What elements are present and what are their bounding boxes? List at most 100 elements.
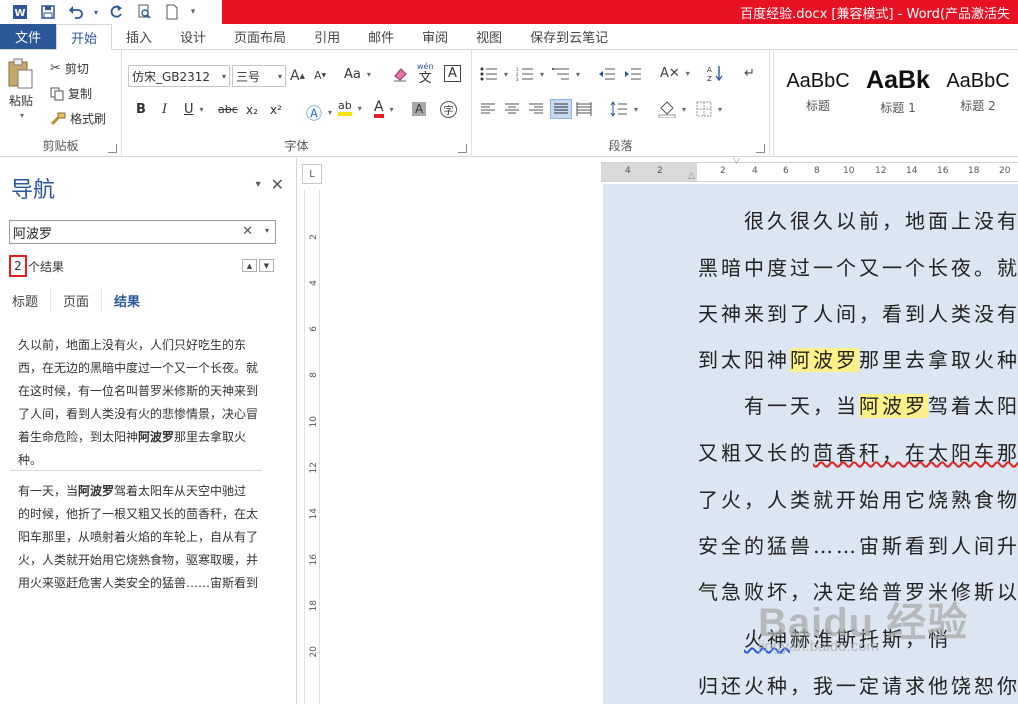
character-shading-button[interactable]: A: [412, 102, 427, 116]
superscript-button[interactable]: x²: [270, 103, 282, 117]
numbering-dropdown-icon[interactable]: ▾: [540, 70, 544, 79]
tab-page-layout[interactable]: 页面布局: [220, 24, 300, 49]
clipboard-dialog-launcher[interactable]: [108, 144, 117, 153]
format-painter-button[interactable]: 格式刷: [50, 110, 106, 127]
underline-button[interactable]: U ▾: [184, 102, 204, 117]
grow-font-button[interactable]: A ▲: [290, 68, 305, 84]
new-document-icon[interactable]: [158, 0, 186, 24]
nav-tab-results[interactable]: 结果: [102, 288, 152, 312]
style-heading-1[interactable]: AaBk 标题 1: [858, 62, 938, 128]
undo-dropdown-icon[interactable]: ▾: [90, 0, 102, 24]
nav-search-input[interactable]: 阿波罗 ✕ ▾: [9, 220, 276, 244]
paragraph-dialog-launcher[interactable]: [756, 144, 765, 153]
document-line[interactable]: 归还火种，我一定请求他饶恕你: [698, 670, 1018, 699]
italic-button[interactable]: I: [162, 102, 167, 117]
style-heading-2[interactable]: AaBbC 标题 2: [938, 62, 1018, 128]
font-size-dropdown-icon[interactable]: ▾: [278, 72, 282, 81]
multilevel-list-button[interactable]: ▾: [552, 67, 580, 81]
tab-save-to-cloud[interactable]: 保存到云笔记: [516, 24, 622, 49]
tab-home[interactable]: 开始: [56, 24, 113, 50]
first-line-indent-marker[interactable]: ▽: [733, 158, 740, 166]
bullets-dropdown-icon[interactable]: ▾: [504, 70, 508, 79]
vertical-ruler[interactable]: 2 4 6 8 10 12 14 16 18 20: [304, 190, 320, 704]
line-spacing-button[interactable]: ▾: [610, 101, 638, 117]
print-preview-icon[interactable]: [130, 0, 158, 24]
font-dialog-launcher[interactable]: [458, 144, 467, 153]
document-line[interactable]: 又粗又长的茴香秆，在太阳车那: [698, 437, 1018, 466]
borders-button[interactable]: ▾: [696, 101, 722, 117]
subscript-button[interactable]: x₂: [246, 103, 258, 117]
tab-file[interactable]: 文件: [0, 24, 56, 49]
clear-search-icon[interactable]: ✕: [242, 224, 253, 239]
cut-button[interactable]: ✂ 剪切: [50, 60, 89, 77]
search-result-item[interactable]: 久以前，地面上没有火，人们只好吃生的东西，在无边的黑暗中度过一个又一个长夜。就在…: [18, 334, 258, 472]
enclose-characters-button[interactable]: 字: [440, 101, 457, 118]
highlight-dropdown-icon[interactable]: ▾: [358, 104, 362, 113]
line-spacing-dropdown-icon[interactable]: ▾: [634, 105, 638, 114]
distributed-button[interactable]: [576, 102, 592, 116]
document-line[interactable]: 有一天，当阿波罗驾着太阳: [744, 390, 1018, 419]
chinese-layout-button[interactable]: A✕ ▾: [660, 66, 690, 81]
shading-dropdown-icon[interactable]: ▾: [682, 105, 686, 114]
text-effects-button[interactable]: Ⓐ ▾: [306, 100, 332, 124]
bullets-button[interactable]: ▾: [480, 67, 508, 81]
underline-dropdown-icon[interactable]: ▾: [200, 105, 204, 114]
document-line[interactable]: 天神来到了人间，看到人类没有: [698, 298, 1018, 327]
undo-icon[interactable]: [62, 0, 90, 24]
bold-button[interactable]: B: [136, 102, 146, 117]
search-result-item[interactable]: 有一天，当阿波罗驾着太阳车从天空中驰过的时候，他折了一根又粗又长的茴香秆，在太阳…: [18, 480, 258, 595]
document-line[interactable]: 安全的猛兽……宙斯看到人间升: [698, 530, 1018, 559]
tab-view[interactable]: 视图: [462, 24, 516, 49]
next-result-icon[interactable]: ▼: [259, 259, 274, 272]
font-name-combo[interactable]: 仿宋_GB2312 ▾: [128, 65, 230, 87]
change-case-button[interactable]: Aa ▾: [344, 67, 371, 82]
borders-dropdown-icon[interactable]: ▾: [718, 105, 722, 114]
character-border-button[interactable]: A: [444, 65, 461, 82]
show-hide-marks-button[interactable]: ↵: [744, 66, 755, 81]
customize-qat-icon[interactable]: ▾: [186, 0, 200, 24]
tab-insert[interactable]: 插入: [112, 24, 166, 49]
search-options-dropdown-icon[interactable]: ▾: [265, 226, 269, 235]
text-effects-dropdown-icon[interactable]: ▾: [328, 108, 332, 117]
document-line[interactable]: 很久很久以前，地面上没有: [744, 205, 1018, 234]
hanging-indent-marker[interactable]: △: [688, 171, 695, 181]
style-title[interactable]: AaBbC 标题: [778, 62, 858, 128]
close-icon[interactable]: ✕: [271, 175, 284, 194]
paste-button[interactable]: 粘贴 ▾: [6, 58, 36, 120]
tab-references[interactable]: 引用: [300, 24, 354, 49]
highlight-button[interactable]: ab ▾: [338, 100, 362, 116]
align-center-button[interactable]: [504, 102, 520, 116]
font-name-dropdown-icon[interactable]: ▾: [222, 72, 226, 81]
document-line[interactable]: 了火，人类就开始用它烧熟食物: [698, 484, 1018, 513]
save-icon[interactable]: [34, 0, 62, 24]
align-left-button[interactable]: [480, 102, 496, 116]
chinese-layout-dropdown-icon[interactable]: ▾: [686, 69, 690, 78]
paste-dropdown-icon[interactable]: ▾: [20, 111, 24, 120]
document-line[interactable]: 黑暗中度过一个又一个长夜。就: [698, 252, 1018, 281]
justify-button[interactable]: [550, 99, 572, 119]
clear-formatting-button[interactable]: [392, 66, 408, 82]
copy-button[interactable]: 复制: [50, 85, 92, 102]
multilevel-list-dropdown-icon[interactable]: ▾: [576, 70, 580, 79]
change-case-dropdown-icon[interactable]: ▾: [367, 70, 371, 79]
sort-button[interactable]: AZ: [706, 64, 724, 82]
increase-indent-button[interactable]: [624, 67, 642, 81]
horizontal-ruler[interactable]: 4 2 2 4 6 8 10 12 14 16 18 20 ▽ △: [601, 158, 1018, 182]
tab-review[interactable]: 审阅: [408, 24, 462, 49]
nav-pane-options-icon[interactable]: ▾: [256, 179, 261, 190]
font-color-button[interactable]: A ▾: [374, 100, 394, 118]
document-line[interactable]: 到太阳神阿波罗那里去拿取火种: [698, 344, 1018, 373]
font-color-dropdown-icon[interactable]: ▾: [390, 105, 394, 114]
tab-design[interactable]: 设计: [166, 24, 220, 49]
tab-mailings[interactable]: 邮件: [354, 24, 408, 49]
decrease-indent-button[interactable]: [598, 67, 616, 81]
shrink-font-button[interactable]: A ▼: [314, 69, 326, 82]
nav-tab-headings[interactable]: 标题: [0, 288, 52, 312]
tab-selector[interactable]: L: [302, 164, 322, 184]
strikethrough-button[interactable]: abc: [218, 103, 238, 116]
font-size-combo[interactable]: 三号 ▾: [232, 65, 286, 87]
align-right-button[interactable]: [528, 102, 544, 116]
nav-tab-pages[interactable]: 页面: [51, 288, 103, 312]
numbering-button[interactable]: 123 ▾: [516, 67, 544, 81]
previous-result-icon[interactable]: ▲: [242, 259, 257, 272]
